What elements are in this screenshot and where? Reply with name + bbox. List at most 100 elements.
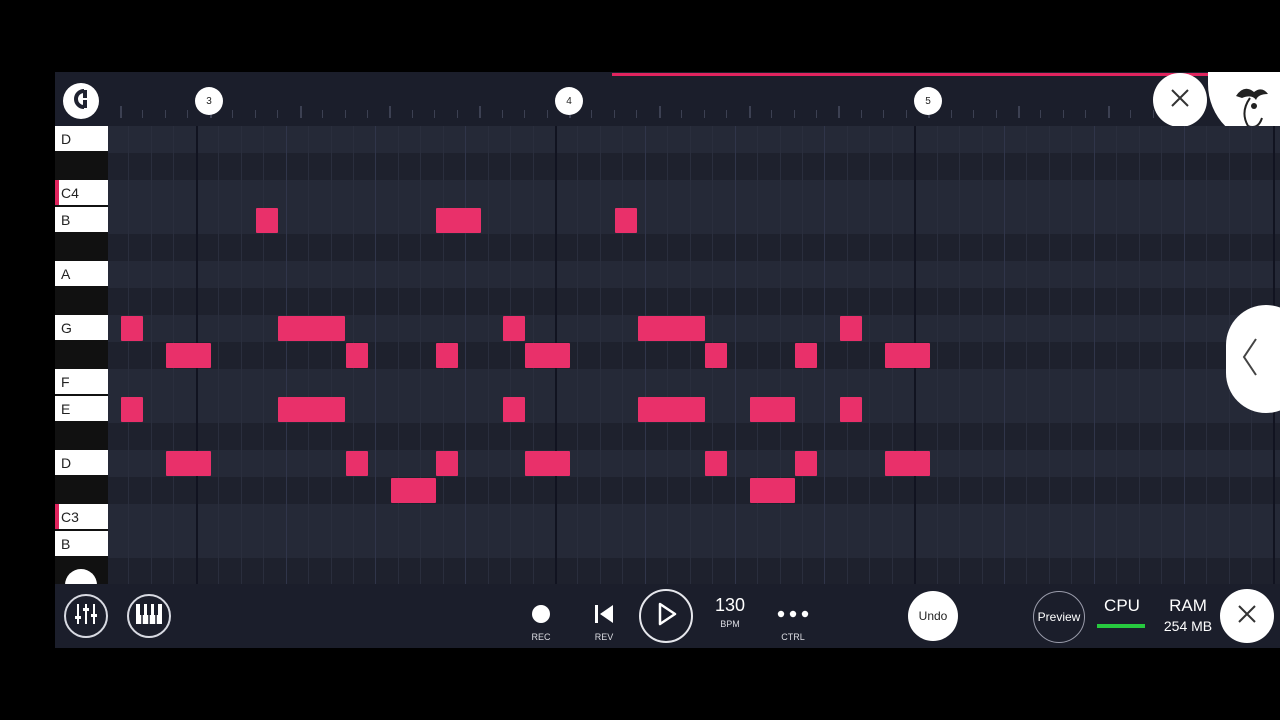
bpm-value: 130: [714, 595, 746, 615]
grid-line: [959, 126, 960, 584]
midi-note[interactable]: [525, 451, 570, 476]
grid-lane[interactable]: [108, 531, 1280, 558]
bar-marker-5[interactable]: 5: [914, 87, 942, 115]
midi-note[interactable]: [436, 343, 458, 368]
play-button[interactable]: [639, 589, 693, 643]
midi-note[interactable]: [840, 316, 862, 341]
piano-roll-window: 3 4 5 D C4 B A G F E D C3 B REC REV 130 …: [55, 72, 1280, 648]
bar-marker-4[interactable]: 4: [555, 87, 583, 115]
midi-note[interactable]: [638, 316, 705, 341]
grid-lane[interactable]: [108, 234, 1280, 261]
grid-lane[interactable]: [108, 504, 1280, 531]
midi-note[interactable]: [121, 316, 143, 341]
grid-lane[interactable]: [108, 342, 1280, 369]
grid-lane[interactable]: [108, 207, 1280, 234]
tempo-control[interactable]: 130 BPM: [708, 595, 752, 629]
ruler-tick: [838, 106, 840, 118]
midi-note[interactable]: [121, 397, 143, 422]
ruler-tick: [255, 110, 256, 118]
piano-key-label[interactable]: C4: [55, 180, 108, 205]
ruler-tick: [277, 110, 278, 118]
midi-note[interactable]: [278, 397, 345, 422]
rewind-button[interactable]: REV: [588, 604, 620, 642]
timeline-ruler[interactable]: 3 4 5: [55, 72, 1280, 126]
piano-key-label[interactable]: E: [55, 396, 108, 421]
record-button[interactable]: REC: [525, 604, 557, 642]
preview-button[interactable]: Preview: [1033, 591, 1085, 643]
midi-note[interactable]: [166, 343, 211, 368]
grid-lane[interactable]: [108, 180, 1280, 207]
piano-key-label[interactable]: B: [55, 207, 108, 232]
piano-key-label[interactable]: D: [55, 450, 108, 475]
ruler-tick: [322, 110, 323, 118]
midi-note[interactable]: [885, 451, 930, 476]
midi-note[interactable]: [503, 316, 525, 341]
grid-line: [488, 126, 489, 584]
grid-lane[interactable]: [108, 558, 1280, 584]
bar-marker-3[interactable]: 3: [195, 87, 223, 115]
ruler-tick: [142, 110, 143, 118]
piano-key-label[interactable]: G: [55, 315, 108, 340]
grid-lane[interactable]: [108, 369, 1280, 396]
midi-note[interactable]: [278, 316, 345, 341]
midi-note[interactable]: [638, 397, 705, 422]
midi-note[interactable]: [436, 451, 458, 476]
piano-roll-button[interactable]: [127, 594, 171, 638]
ruler-tick: [681, 110, 682, 118]
grid-line: [241, 126, 242, 584]
grid-lane[interactable]: [108, 153, 1280, 180]
midi-note[interactable]: [795, 451, 817, 476]
ctrl-label: CTRL: [781, 632, 805, 642]
grid-lane[interactable]: [108, 423, 1280, 450]
ctrl-button[interactable]: CTRL: [771, 604, 815, 642]
ruler-tick: [232, 110, 233, 118]
midi-note[interactable]: [525, 343, 570, 368]
grid-lane[interactable]: [108, 126, 1280, 153]
close-editor-button[interactable]: [1153, 73, 1207, 127]
midi-note[interactable]: [256, 208, 278, 233]
grid-line: [937, 126, 938, 584]
undo-button[interactable]: Undo: [908, 591, 958, 641]
midi-note[interactable]: [346, 451, 368, 476]
midi-note[interactable]: [885, 343, 930, 368]
ruler-tick: [1085, 110, 1086, 118]
piano-key-label[interactable]: A: [55, 261, 108, 286]
midi-note[interactable]: [391, 478, 436, 503]
piano-key-label[interactable]: C3: [55, 504, 108, 529]
grid-lane[interactable]: [108, 261, 1280, 288]
piano-key-label[interactable]: D: [55, 126, 108, 151]
ruler-tick: [659, 106, 661, 118]
grid-lane[interactable]: [108, 450, 1280, 477]
midi-note[interactable]: [346, 343, 368, 368]
grid-line: [577, 126, 578, 584]
close-button[interactable]: [1220, 589, 1274, 643]
more-dots-icon: [776, 604, 810, 629]
midi-note[interactable]: [750, 397, 795, 422]
midi-note[interactable]: [705, 451, 727, 476]
ruler-tick: [816, 110, 817, 118]
midi-note[interactable]: [840, 397, 862, 422]
piano-keyboard[interactable]: D C4 B A G F E D C3 B: [55, 126, 108, 584]
grid-line: [1184, 126, 1185, 584]
side-panel-toggle[interactable]: [1226, 305, 1280, 413]
midi-note[interactable]: [166, 451, 211, 476]
snap-button[interactable]: [63, 83, 99, 119]
piano-key-label[interactable]: B: [55, 531, 108, 556]
midi-note[interactable]: [705, 343, 727, 368]
midi-note[interactable]: [795, 343, 817, 368]
midi-note[interactable]: [615, 208, 637, 233]
grid-line: [1094, 126, 1095, 584]
grid-line: [420, 126, 421, 584]
grid-lane[interactable]: [108, 477, 1280, 504]
midi-note[interactable]: [503, 397, 525, 422]
piano-key-label[interactable]: F: [55, 369, 108, 394]
grid-line: [218, 126, 219, 584]
grid-lane[interactable]: [108, 288, 1280, 315]
ruler-tick: [300, 106, 302, 118]
record-icon: [531, 604, 551, 629]
midi-note[interactable]: [750, 478, 795, 503]
ruler-tick: [120, 106, 122, 118]
mixer-button[interactable]: [64, 594, 108, 638]
midi-note[interactable]: [436, 208, 481, 233]
note-grid[interactable]: [108, 126, 1280, 584]
